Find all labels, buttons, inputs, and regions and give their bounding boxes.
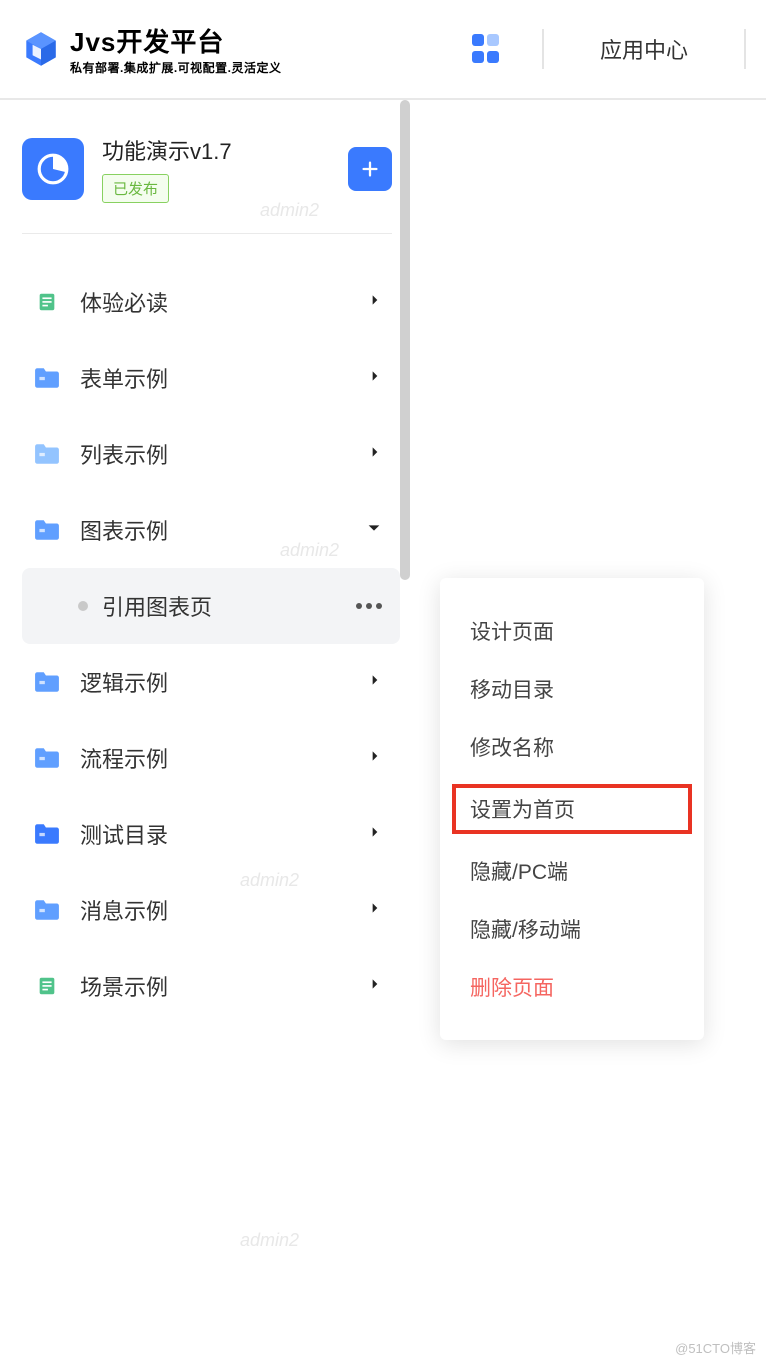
nav-tree: 体验必读 表单示例 列表示例 图表示例 引用图表页 逻辑示例 流程示例 测试目录…	[22, 264, 400, 1024]
logo-title: Jvs开发平台	[70, 22, 282, 59]
tree-label: 场景示例	[80, 970, 368, 1002]
context-menu: 设计页面移动目录修改名称设置为首页隐藏/PC端隐藏/移动端删除页面	[440, 578, 704, 1040]
tree-item[interactable]: 图表示例	[22, 492, 400, 568]
folder-icon	[34, 290, 60, 314]
chevron-down-icon[interactable]	[366, 520, 382, 541]
tree-item[interactable]: 体验必读	[22, 264, 400, 340]
folder-icon	[34, 670, 60, 694]
divider	[542, 29, 544, 69]
add-button[interactable]	[348, 147, 392, 191]
folder-icon	[34, 974, 60, 998]
tree-item[interactable]: 场景示例	[22, 948, 400, 1024]
context-menu-item[interactable]: 修改名称	[440, 718, 704, 776]
app-center-link[interactable]: 应用中心	[584, 33, 704, 65]
context-menu-item[interactable]: 移动目录	[440, 660, 704, 718]
app-icon	[22, 138, 84, 200]
folder-icon	[34, 366, 60, 390]
tree-child-item[interactable]: 引用图表页	[22, 568, 400, 644]
logo-icon	[20, 28, 62, 70]
app-title: 功能演示v1.7	[102, 134, 330, 166]
header: Jvs开发平台 私有部署.集成扩展.可视配置.灵活定义 应用中心	[0, 0, 766, 100]
sidebar: 功能演示v1.7 已发布 体验必读 表单示例 列表示例 图表示例 引用图表页 逻…	[0, 100, 410, 1363]
chevron-right-icon[interactable]	[368, 445, 382, 464]
context-menu-item[interactable]: 删除页面	[440, 958, 704, 1016]
logo[interactable]: Jvs开发平台 私有部署.集成扩展.可视配置.灵活定义	[20, 22, 282, 76]
apps-grid-icon[interactable]	[472, 34, 502, 64]
tree-item[interactable]: 逻辑示例	[22, 644, 400, 720]
context-menu-item[interactable]: 设计页面	[440, 602, 704, 660]
chevron-right-icon[interactable]	[368, 901, 382, 920]
chevron-right-icon[interactable]	[368, 293, 382, 312]
dot-icon	[78, 601, 88, 611]
tree-label: 测试目录	[80, 818, 368, 850]
chevron-right-icon[interactable]	[368, 673, 382, 692]
tree-label: 表单示例	[80, 362, 368, 394]
folder-icon	[34, 898, 60, 922]
tree-item[interactable]: 消息示例	[22, 872, 400, 948]
status-badge: 已发布	[102, 174, 169, 203]
more-icon[interactable]	[356, 603, 382, 609]
folder-icon	[34, 822, 60, 846]
scrollbar[interactable]	[400, 100, 410, 580]
tree-label: 消息示例	[80, 894, 368, 926]
chevron-right-icon[interactable]	[368, 749, 382, 768]
context-menu-item[interactable]: 隐藏/PC端	[440, 842, 704, 900]
chevron-right-icon[interactable]	[368, 825, 382, 844]
tree-item[interactable]: 表单示例	[22, 340, 400, 416]
tree-label: 列表示例	[80, 438, 368, 470]
context-menu-item[interactable]: 设置为首页	[448, 780, 696, 838]
tree-label: 流程示例	[80, 742, 368, 774]
logo-subtitle: 私有部署.集成扩展.可视配置.灵活定义	[70, 59, 282, 76]
app-card: 功能演示v1.7 已发布	[22, 128, 392, 234]
folder-icon	[34, 746, 60, 770]
tree-label: 引用图表页	[102, 590, 356, 622]
folder-icon	[34, 518, 60, 542]
tree-item[interactable]: 流程示例	[22, 720, 400, 796]
tree-item[interactable]: 测试目录	[22, 796, 400, 872]
tree-item[interactable]: 列表示例	[22, 416, 400, 492]
tree-label: 体验必读	[80, 286, 368, 318]
credit: @51CTO博客	[675, 1338, 756, 1357]
divider	[744, 29, 746, 69]
tree-label: 图表示例	[80, 514, 366, 546]
folder-icon	[34, 442, 60, 466]
context-menu-item[interactable]: 隐藏/移动端	[440, 900, 704, 958]
tree-label: 逻辑示例	[80, 666, 368, 698]
chevron-right-icon[interactable]	[368, 977, 382, 996]
chevron-right-icon[interactable]	[368, 369, 382, 388]
